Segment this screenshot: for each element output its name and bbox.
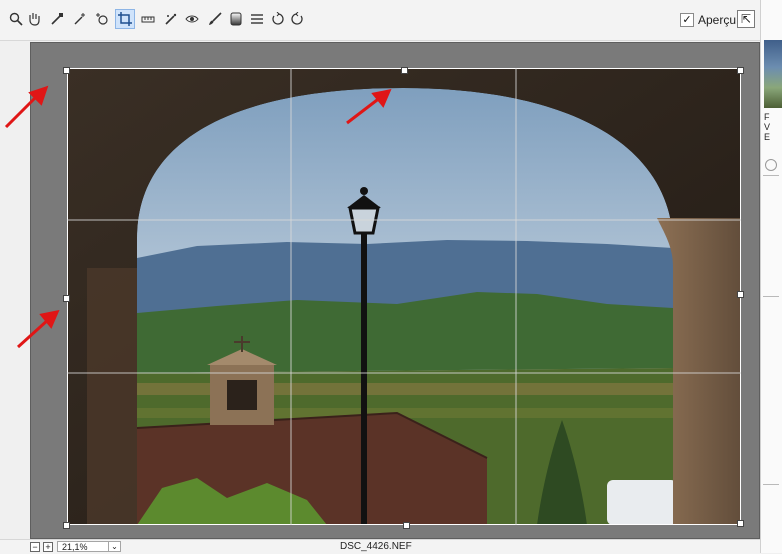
panel-divider	[763, 175, 779, 176]
crop-handle-left[interactable]	[63, 295, 70, 302]
zoom-dropdown-icon[interactable]: ⌄	[109, 541, 121, 552]
spot-removal-icon[interactable]	[161, 9, 181, 29]
preview-toggle[interactable]: ✓ Aperçu	[680, 11, 736, 29]
panel-divider	[763, 296, 779, 297]
crop-icon[interactable]	[115, 9, 135, 29]
histogram-thumbnail	[764, 40, 782, 108]
crop-handle-right[interactable]	[737, 291, 744, 298]
panel-divider	[763, 484, 779, 485]
canvas-area[interactable]	[30, 42, 760, 539]
preview-checkbox[interactable]: ✓	[680, 13, 694, 27]
rotate-right-icon[interactable]	[287, 9, 307, 29]
crop-handle-bottom-right[interactable]	[737, 520, 744, 527]
crop-handle-bottom[interactable]	[403, 522, 410, 529]
toolbar: ✓ Aperçu ⇱	[0, 0, 760, 41]
file-name: DSC_4426.NEF	[340, 541, 412, 552]
crop-handle-top[interactable]	[401, 67, 408, 74]
crop-handle-top-right[interactable]	[737, 67, 744, 74]
graduated-filter-icon[interactable]	[226, 9, 246, 29]
targeted-adjustment-icon[interactable]	[92, 9, 112, 29]
zoom-level-field[interactable]: 21,1%	[57, 541, 109, 552]
rotate-left-icon[interactable]	[268, 9, 288, 29]
zoom-in-icon[interactable]: +	[43, 542, 53, 552]
right-panel: FVE	[760, 0, 782, 553]
zoom-out-icon[interactable]: −	[30, 542, 40, 552]
color-sampler-icon[interactable]	[70, 9, 90, 29]
straighten-icon[interactable]	[138, 9, 158, 29]
preview-label: Aperçu	[698, 13, 737, 27]
preferences-icon[interactable]	[247, 9, 267, 29]
panel-meta: FVE	[764, 112, 771, 142]
zoom-icon[interactable]	[6, 9, 26, 29]
status-bar: − + 21,1% ⌄ DSC_4426.NEF	[0, 539, 760, 554]
fullscreen-toggle-icon[interactable]: ⇱	[737, 10, 755, 28]
crop-handle-bottom-left[interactable]	[63, 522, 70, 529]
hand-icon[interactable]	[24, 9, 44, 29]
settings-circle-icon[interactable]	[765, 159, 777, 171]
photo-preview[interactable]	[67, 68, 741, 525]
crop-overlay	[67, 68, 741, 525]
white-balance-icon[interactable]	[47, 9, 67, 29]
red-eye-icon[interactable]	[182, 9, 202, 29]
adjustment-brush-icon[interactable]	[205, 9, 225, 29]
crop-handle-top-left[interactable]	[63, 67, 70, 74]
